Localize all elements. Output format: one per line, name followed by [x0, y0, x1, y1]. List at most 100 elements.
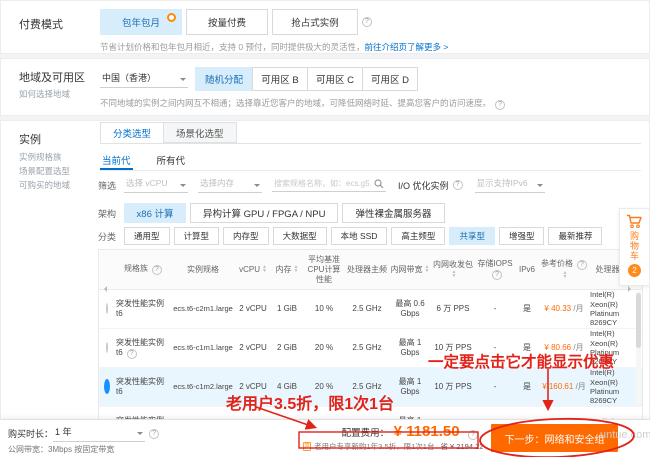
- sort-icon[interactable]: [563, 271, 568, 279]
- help-icon[interactable]: [152, 265, 162, 275]
- cell-ipv6: 是: [515, 304, 539, 314]
- cat-enhanced[interactable]: 增强型: [499, 227, 545, 245]
- scroll-left-icon[interactable]: [101, 286, 107, 292]
- tab-scenario-select[interactable]: 场景化选型: [163, 122, 237, 143]
- ipv6-select[interactable]: 显示支持IPv6: [475, 177, 545, 193]
- cell-family: 突发性能实例 t6: [115, 338, 171, 359]
- memory-select-placeholder: 选择内存: [200, 177, 234, 189]
- payment-option-subscription[interactable]: 包年包月: [100, 9, 182, 35]
- payment-option-label: 按量付费: [208, 15, 246, 29]
- payment-option-label: 抢占式实例: [291, 15, 339, 29]
- cell-bandwidth: 最高 1 Gbps: [389, 338, 431, 358]
- instance-family-link[interactable]: 实例规格族: [19, 151, 62, 163]
- payment-note-link[interactable]: 前往介绍页了解更多 >: [364, 42, 448, 52]
- zone-label: 可用区 D: [371, 72, 409, 86]
- col-perf: 平均基准CPU计算性能: [303, 255, 345, 285]
- help-icon[interactable]: [495, 100, 505, 110]
- io-optimized-filter[interactable]: I/O 优化实例: [398, 179, 463, 192]
- table-row[interactable]: 突发性能实例 t6 ecs.t6-c2m1.large 2 vCPU 1 GiB…: [99, 290, 642, 329]
- memory-select[interactable]: 选择内存: [198, 177, 262, 193]
- region-label: 地域及可用区: [19, 69, 85, 85]
- duration-select[interactable]: 1 年: [53, 425, 145, 442]
- cat-shared[interactable]: 共享型: [449, 227, 495, 245]
- cat-label: 本地 SSD: [341, 230, 378, 242]
- cell-mem: 2 GiB: [271, 343, 303, 353]
- zone-option-d[interactable]: 可用区 D: [362, 67, 418, 91]
- table-scrollbar[interactable]: [636, 291, 641, 406]
- help-icon[interactable]: [577, 260, 587, 270]
- cart-icon: [626, 214, 643, 229]
- help-icon[interactable]: [149, 429, 159, 439]
- cell-freq: 2.5 GHz: [345, 382, 389, 392]
- zone-option-b[interactable]: 可用区 B: [252, 67, 308, 91]
- cat-label: 计算型: [184, 230, 210, 242]
- cat-latest[interactable]: 最新推荐: [548, 227, 602, 245]
- cart-widget[interactable]: 购物车 2: [619, 208, 650, 286]
- help-icon[interactable]: [492, 270, 502, 280]
- zone-label: 可用区 B: [261, 72, 298, 86]
- cell-perf: 20 %: [303, 382, 345, 392]
- payment-option-spot[interactable]: 抢占式实例: [272, 9, 358, 35]
- scroll-right-icon[interactable]: [628, 286, 634, 292]
- cat-localssd[interactable]: 本地 SSD: [331, 227, 388, 245]
- cat-bigdata[interactable]: 大数据型: [273, 227, 327, 245]
- cat-label: 高主频型: [401, 230, 435, 242]
- table-scrollbar-thumb[interactable]: [636, 293, 641, 348]
- col-freq: 处理器主频: [345, 265, 389, 275]
- filter-row: 筛选 选择 vCPU 选择内存 I/O 优化实例 显示支持IPv6: [98, 177, 545, 193]
- cell-pps: 6 万 PPS: [431, 304, 475, 314]
- zone-option-c[interactable]: 可用区 C: [307, 67, 363, 91]
- ecs-purchase-page: 付费模式 包年包月 按量付费 抢占式实例 节省计划价格和包年包月相近，支持 0 …: [0, 0, 650, 457]
- cell-model: Intel(R) Xeon(R) Platinum 8269CY: [589, 329, 642, 367]
- sort-icon[interactable]: [425, 265, 430, 273]
- payment-option-payg[interactable]: 按量付费: [186, 9, 268, 35]
- table-row[interactable]: 突发性能实例 t6 最高 1 Gbps Intel(R) Xeon(R): [99, 407, 642, 420]
- promo-line: 老用户专享新购1年3.5折，限1次1台 省 ¥ 2194.22: [303, 441, 475, 452]
- cat-highfreq[interactable]: 高主频型: [391, 227, 445, 245]
- purchasable-region-link[interactable]: 可购买的地域: [19, 179, 70, 191]
- cat-general[interactable]: 通用型: [124, 227, 170, 245]
- search-icon[interactable]: [374, 179, 384, 189]
- promo-text: 老用户专享新购1年3.5折，限1次1台: [314, 441, 434, 452]
- filter-label: 筛选: [98, 179, 116, 192]
- tab-current-gen[interactable]: 当前代: [100, 151, 133, 170]
- payment-mode-section: 付费模式 包年包月 按量付费 抢占式实例 节省计划价格和包年包月相近，支持 0 …: [0, 0, 650, 54]
- arch-x86[interactable]: x86 计算: [124, 203, 186, 223]
- help-icon[interactable]: [127, 349, 137, 359]
- promo-save: 省 ¥ 2194.22: [440, 441, 483, 452]
- row-radio-selected[interactable]: [104, 379, 110, 394]
- cat-label: 通用型: [134, 230, 160, 242]
- zone-option-random[interactable]: 随机分配: [195, 67, 253, 91]
- cell-model: Intel(R) Xeon(R) Platinum 8269CY: [589, 368, 642, 406]
- cat-compute[interactable]: 计算型: [174, 227, 220, 245]
- category-label: 分类: [98, 230, 116, 243]
- sort-icon[interactable]: [262, 265, 267, 273]
- table-row-selected[interactable]: 突发性能实例 t6 ecs.t6-c1m2.large 2 vCPU 4 GiB…: [99, 368, 642, 407]
- tab-label: 分类选型: [113, 126, 151, 140]
- help-icon[interactable]: [468, 430, 478, 440]
- instance-section: 实例 实例规格族 场景配置选型 可购买的地域 分类选型 场景化选型 当前代 所有…: [0, 120, 650, 420]
- next-step-button[interactable]: 下一步：网络和安全组: [491, 424, 618, 452]
- arch-baremetal[interactable]: 弹性裸金属服务器: [342, 203, 444, 223]
- sort-icon[interactable]: [452, 270, 457, 278]
- zone-label: 随机分配: [205, 72, 243, 86]
- payment-option-label: 包年包月: [122, 15, 160, 29]
- cat-memory[interactable]: 内存型: [223, 227, 269, 245]
- cell-iops: -: [475, 382, 515, 392]
- tab-category-select[interactable]: 分类选型: [100, 122, 164, 143]
- table-row[interactable]: 突发性能实例 t6 ecs.t6-c1m1.large 2 vCPU 2 GiB…: [99, 329, 642, 368]
- arch-label: 架构: [98, 207, 116, 220]
- spec-search-input[interactable]: [272, 179, 374, 191]
- tab-all-gen[interactable]: 所有代: [155, 151, 188, 170]
- cell-price: ¥ 40.33 /月: [539, 304, 589, 314]
- row-radio[interactable]: [106, 342, 108, 353]
- help-icon[interactable]: [362, 17, 372, 27]
- region-select[interactable]: 中国（香港）: [100, 71, 188, 88]
- region-howto-link[interactable]: 如何选择地域: [19, 88, 70, 100]
- cell-spec: ecs.t6-c1m1.large: [171, 343, 235, 352]
- sort-icon[interactable]: [294, 265, 299, 273]
- arch-heterogeneous[interactable]: 异构计算 GPU / FPGA / NPU: [190, 203, 338, 223]
- scenario-config-link[interactable]: 场景配置选型: [19, 165, 70, 177]
- vcpu-select[interactable]: 选择 vCPU: [124, 177, 188, 193]
- row-radio[interactable]: [106, 303, 108, 314]
